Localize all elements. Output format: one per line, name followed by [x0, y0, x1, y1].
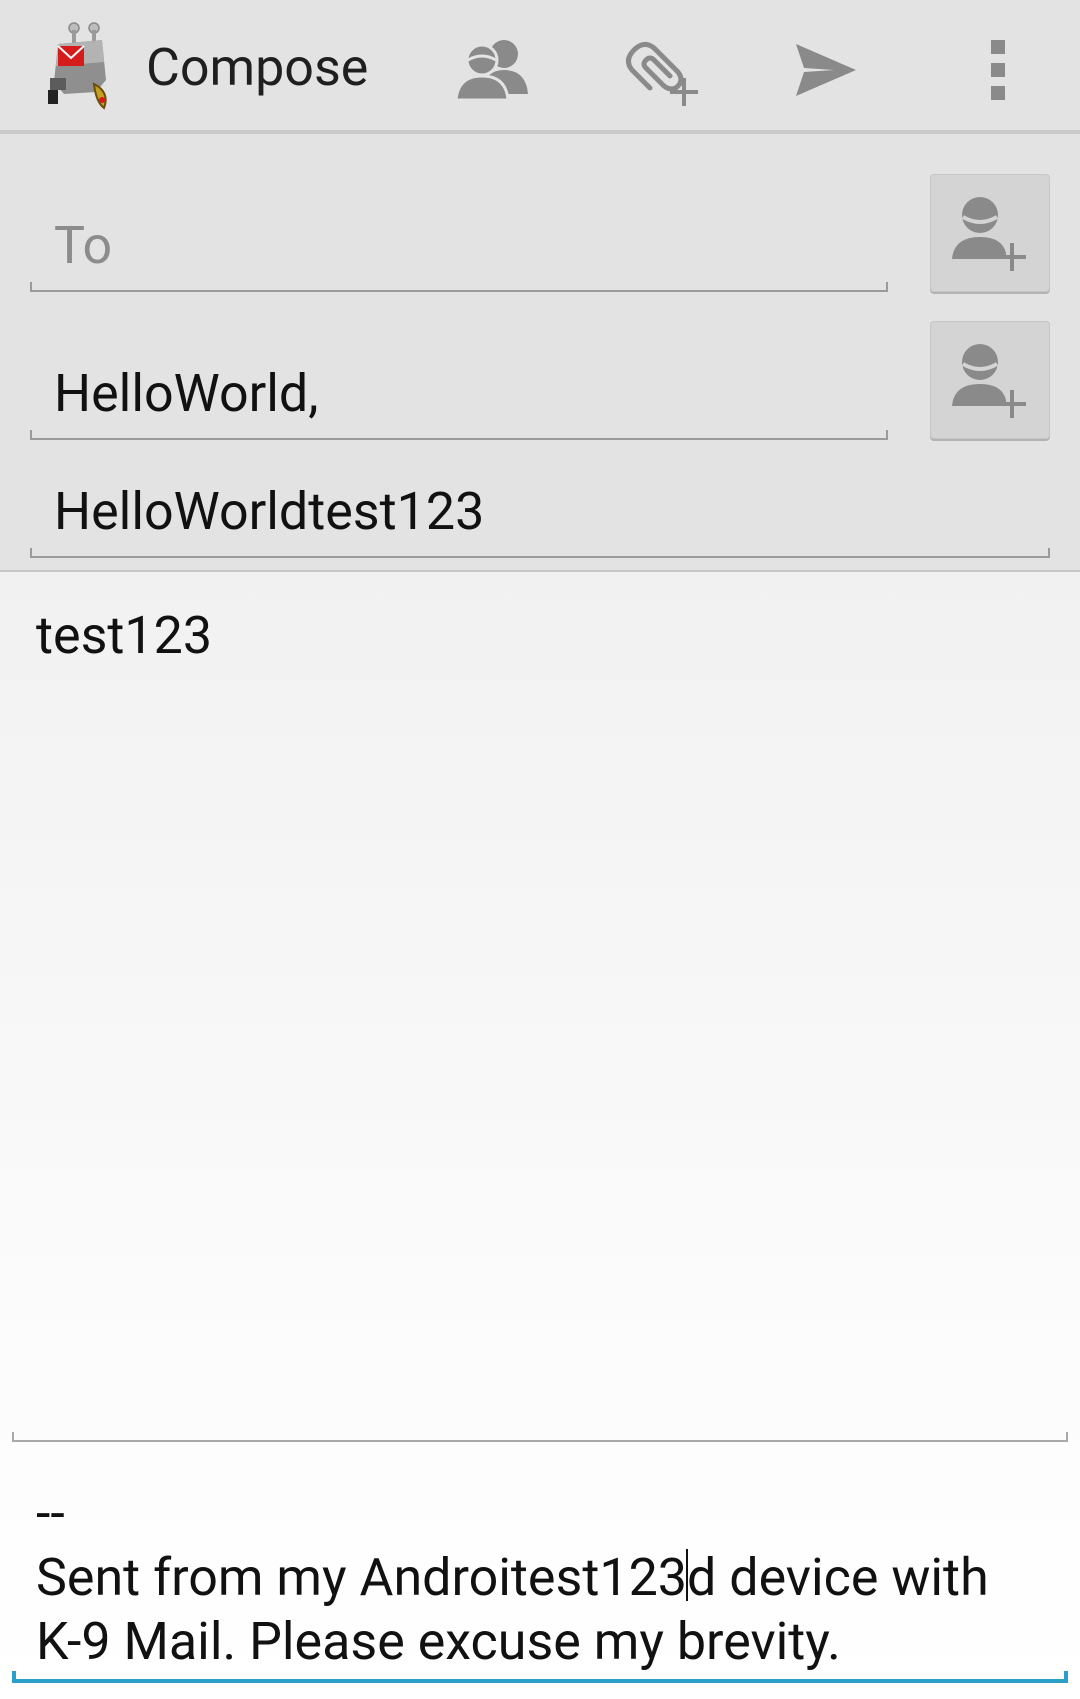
attach-button[interactable]: [612, 22, 708, 118]
add-to-recipient-button[interactable]: [930, 174, 1050, 292]
signature-field[interactable]: -- Sent from my Androitest123d device wi…: [36, 1482, 1046, 1674]
subject-field-underline: [30, 548, 1050, 558]
add-contact-icon: [952, 197, 1026, 271]
to-field-underline: [30, 282, 888, 292]
to-field[interactable]: To: [30, 162, 888, 292]
message-body-field[interactable]: test123: [36, 600, 212, 672]
add-cc-recipient-button[interactable]: [930, 321, 1050, 439]
to-placeholder: To: [54, 215, 113, 276]
overflow-menu-button[interactable]: [950, 22, 1046, 118]
send-button[interactable]: [778, 22, 874, 118]
message-body-area: test123 -- Sent from my Androitest123d d…: [0, 572, 1080, 1699]
attach-icon: [626, 42, 698, 106]
subject-value: HelloWorldtest123: [54, 481, 485, 542]
send-icon: [796, 44, 856, 96]
contacts-icon: [454, 40, 528, 102]
screen-title: Compose: [146, 37, 369, 98]
k9-mail-logo-icon[interactable]: [44, 22, 124, 112]
add-contact-icon: [952, 344, 1026, 418]
signature-focus-underline: [12, 1671, 1068, 1683]
message-body-underline: [12, 1432, 1068, 1442]
signature-text-start: Sent from my Androitest123: [36, 1547, 688, 1608]
cc-recipients: HelloWorld,: [54, 363, 319, 424]
contacts-button[interactable]: [444, 22, 540, 118]
cc-field[interactable]: HelloWorld,: [30, 310, 888, 440]
overflow-menu-icon: [991, 40, 1005, 100]
signature-separator: --: [36, 1483, 65, 1544]
action-bar: Compose: [0, 0, 1080, 134]
subject-field[interactable]: HelloWorldtest123: [30, 428, 1050, 558]
signature-text: Sent from my Androitest123d device with …: [36, 1546, 1046, 1674]
